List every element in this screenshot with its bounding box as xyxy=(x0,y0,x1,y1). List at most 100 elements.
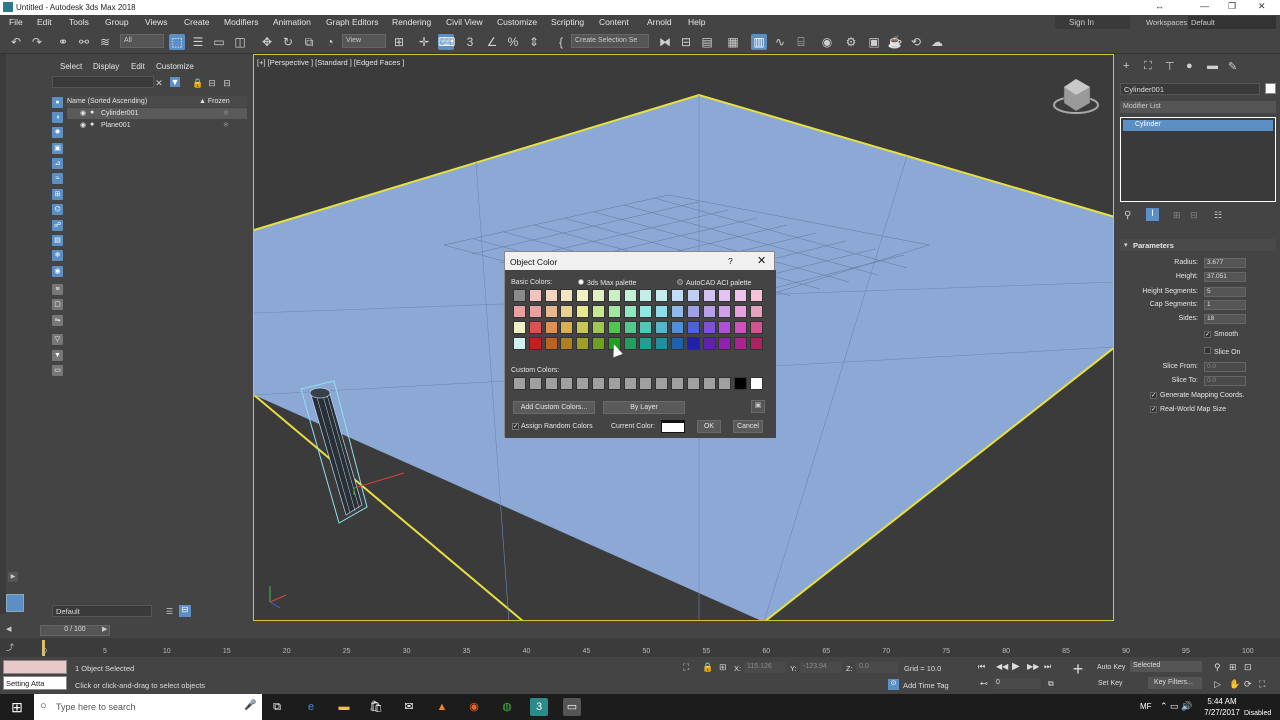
display-spacewarps-icon[interactable]: ≈ xyxy=(52,173,63,184)
key-selection-dropdown[interactable]: Selected xyxy=(1130,661,1202,672)
sign-in-dropdown[interactable]: Sign In xyxy=(1055,16,1130,29)
basic-color-swatch[interactable] xyxy=(560,321,574,334)
visibility-eye-icon[interactable]: ◉ xyxy=(80,109,86,117)
scene-search-input[interactable] xyxy=(52,76,154,88)
menu-tools[interactable]: Tools xyxy=(69,17,89,27)
viewport-label[interactable]: [+] [Perspective ] [Standard ] [Edged Fa… xyxy=(257,58,404,67)
display-cameras-icon[interactable]: ▣ xyxy=(52,143,63,154)
object-name-field[interactable]: Cylinder001 xyxy=(1120,83,1260,95)
container-icon[interactable]: ▭ xyxy=(52,365,63,376)
menu-customize[interactable]: Customize xyxy=(497,17,537,27)
align-icon[interactable]: ⊟ xyxy=(678,34,694,50)
by-layer-button[interactable]: By Layer xyxy=(603,401,685,414)
freeze-icon[interactable]: ❄ xyxy=(223,121,229,129)
scene-tab-edit[interactable]: Edit xyxy=(131,62,145,71)
make-unique-icon[interactable]: ⊞ xyxy=(1173,210,1181,221)
select-object-icon[interactable]: ⬚ xyxy=(169,34,185,50)
prev-key-icon[interactable]: ◀◀ xyxy=(996,662,1008,671)
render-cloud-icon[interactable]: ☁ xyxy=(929,34,945,50)
pan-icon[interactable]: ✋ xyxy=(1229,679,1240,690)
maxscript-listener-pink[interactable] xyxy=(3,660,67,674)
scene-tab-select[interactable]: Select xyxy=(60,62,82,71)
move-icon[interactable]: ✥ xyxy=(259,34,275,50)
menu-modifiers[interactable]: Modifiers xyxy=(224,17,258,27)
select-by-name-icon[interactable]: ☰ xyxy=(190,34,206,50)
set-key-button[interactable]: Set Key xyxy=(1098,680,1123,687)
current-frame-field[interactable]: 0 xyxy=(993,678,1041,689)
custom-color-swatch[interactable] xyxy=(576,377,590,390)
show-end-result-icon[interactable]: I xyxy=(1146,208,1159,221)
basic-color-swatch[interactable] xyxy=(718,337,732,350)
basic-color-swatch[interactable] xyxy=(750,305,763,318)
custom-color-swatch[interactable] xyxy=(513,377,526,390)
window-app-icon[interactable]: ▭ xyxy=(563,698,581,716)
object-color-swatch[interactable] xyxy=(1265,83,1276,94)
hierarchy-icon[interactable]: ⊟ xyxy=(207,78,217,88)
basic-color-swatch[interactable] xyxy=(671,289,684,302)
windows-start-icon[interactable]: ⊞ xyxy=(0,694,34,720)
param-cap-segments-spinner[interactable]: 1 xyxy=(1204,300,1246,310)
sort-icon[interactable]: ⊟ xyxy=(222,78,232,88)
basic-color-swatch[interactable] xyxy=(639,337,653,350)
time-config-icon[interactable]: ⧉ xyxy=(1048,679,1054,689)
basic-color-swatch[interactable] xyxy=(623,321,637,334)
x-coord-field[interactable]: 115.126 xyxy=(744,662,786,673)
key-mode-icon[interactable]: ⊷ xyxy=(980,679,988,688)
basic-color-swatch[interactable] xyxy=(592,305,605,318)
custom-color-swatch[interactable] xyxy=(671,377,684,390)
maximize-button[interactable]: ❐ xyxy=(1228,1,1236,12)
viewport-layout-icon[interactable] xyxy=(6,594,24,612)
basic-color-swatch[interactable] xyxy=(718,321,732,334)
gen-mapping-checkbox[interactable]: ✓ Generate Mapping Coords. xyxy=(1150,392,1244,399)
basic-color-swatch[interactable] xyxy=(592,289,605,302)
basic-color-swatch[interactable] xyxy=(528,289,542,302)
basic-color-swatch[interactable] xyxy=(623,337,637,350)
visibility-eye-icon[interactable]: ◉ xyxy=(80,121,86,129)
basic-color-swatch[interactable] xyxy=(623,289,637,302)
basic-color-swatch[interactable] xyxy=(513,321,526,334)
scene-tab-display[interactable]: Display xyxy=(93,62,119,71)
basic-color-swatch[interactable] xyxy=(686,289,700,302)
basic-color-swatch[interactable] xyxy=(702,305,716,318)
3ds-max-taskbar-icon[interactable]: 3 xyxy=(530,698,548,716)
isolate-icon[interactable]: ⛶ xyxy=(683,662,689,673)
basic-color-swatch[interactable] xyxy=(734,305,748,318)
zoom-icon[interactable]: ⚲ xyxy=(1214,662,1221,673)
taskbar-clock[interactable]: 5:44 AM 7/27/2017 xyxy=(1196,696,1248,718)
display-xrefs-icon[interactable]: ⌬ xyxy=(52,204,63,215)
unlink-icon[interactable]: ⚯ xyxy=(76,34,92,50)
fov-icon[interactable]: ▷ xyxy=(1214,679,1221,690)
basic-color-swatch[interactable] xyxy=(607,321,621,334)
basic-color-swatch[interactable] xyxy=(528,321,542,334)
display-all-icon[interactable]: ≡ xyxy=(52,284,63,295)
scene-row-cylinder[interactable]: ◉ ● Cylinder001 ❄ xyxy=(67,108,247,119)
display-none-icon[interactable]: ▢ xyxy=(52,299,63,310)
rendered-frame-icon[interactable]: ▣ xyxy=(866,34,882,50)
edit-named-sets-icon[interactable]: { xyxy=(553,34,569,50)
slice-on-checkbox[interactable]: Slice On xyxy=(1204,347,1240,356)
basic-color-swatch[interactable] xyxy=(671,305,684,318)
basic-color-swatch[interactable] xyxy=(513,305,526,318)
basic-color-swatch[interactable] xyxy=(607,305,621,318)
region-select-icon[interactable]: ▭ xyxy=(211,34,227,50)
menu-graph-editors[interactable]: Graph Editors xyxy=(326,17,378,27)
parameters-rollout-header[interactable]: ▾ Parameters xyxy=(1120,239,1276,251)
basic-color-swatch[interactable] xyxy=(623,305,637,318)
filter-funnel-icon[interactable]: ▽ xyxy=(52,334,63,345)
next-key-icon[interactable]: ▶▶ xyxy=(1027,662,1039,671)
layer-dropdown[interactable]: Default xyxy=(52,605,152,617)
slice-to-spinner[interactable]: 0.0 xyxy=(1204,376,1246,386)
file-explorer-icon[interactable]: ▬ xyxy=(335,698,353,716)
link-icon[interactable]: ⚭ xyxy=(55,34,71,50)
basic-color-swatch[interactable] xyxy=(734,321,748,334)
cancel-button[interactable]: Cancel xyxy=(733,420,763,433)
custom-color-swatch[interactable] xyxy=(560,377,574,390)
basic-color-swatch[interactable] xyxy=(592,321,605,334)
display-groups-icon[interactable]: ⊞ xyxy=(52,189,63,200)
basic-color-swatch[interactable] xyxy=(655,305,669,318)
display-hidden-icon[interactable]: ◉ xyxy=(52,266,63,277)
funnel-solid-icon[interactable]: ▼ xyxy=(52,350,63,361)
scene-row-plane[interactable]: ◉ ● Plane001 ❄ xyxy=(67,120,247,131)
undo-icon[interactable]: ↶ xyxy=(8,34,24,50)
basic-color-swatch[interactable] xyxy=(702,289,716,302)
